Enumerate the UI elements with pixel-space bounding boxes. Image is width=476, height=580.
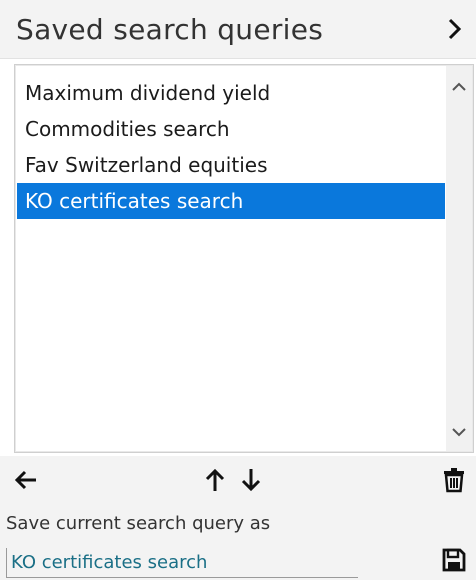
panel-header: Saved search queries	[0, 0, 476, 59]
chevron-up-icon[interactable]	[448, 76, 470, 98]
saved-queries-list[interactable]: Maximum dividend yield Commodities searc…	[14, 64, 474, 453]
list-item[interactable]: Fav Switzerland equities	[17, 147, 445, 183]
trash-icon[interactable]	[440, 466, 468, 494]
arrow-up-icon[interactable]	[201, 466, 229, 494]
list-items: Maximum dividend yield Commodities searc…	[17, 75, 445, 219]
chevron-right-icon[interactable]	[444, 16, 466, 42]
save-query-row	[0, 542, 476, 580]
scrollbar[interactable]	[446, 66, 472, 451]
arrow-left-icon[interactable]	[12, 466, 40, 494]
list-item[interactable]: Maximum dividend yield	[17, 75, 445, 111]
chevron-down-icon[interactable]	[448, 421, 470, 443]
save-query-name-input[interactable]	[6, 548, 358, 578]
floppy-disk-icon[interactable]	[440, 546, 468, 574]
save-query-label: Save current search query as	[0, 506, 476, 542]
list-item[interactable]: Commodities search	[17, 111, 445, 147]
arrow-down-icon[interactable]	[237, 466, 265, 494]
list-toolbar	[0, 456, 476, 506]
panel-title: Saved search queries	[16, 13, 324, 46]
list-item-selected[interactable]: KO certificates search	[17, 183, 445, 219]
